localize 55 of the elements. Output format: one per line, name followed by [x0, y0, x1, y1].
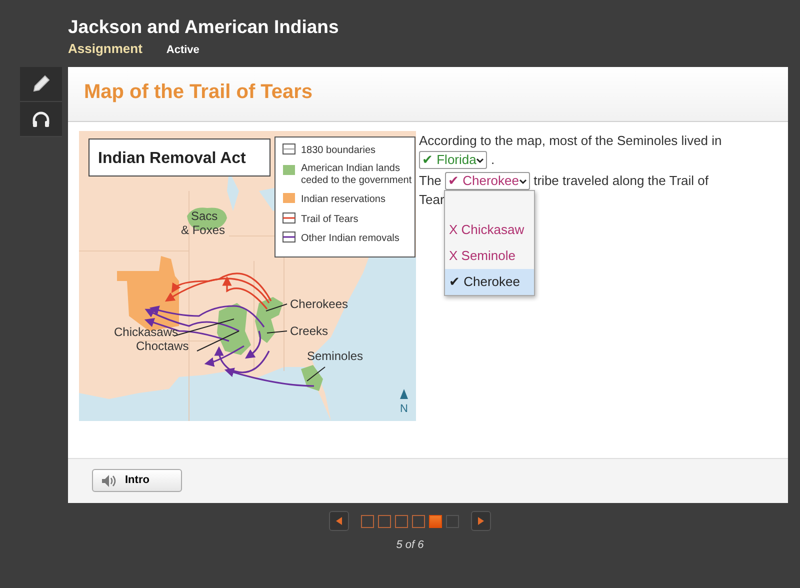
- map-label: Seminoles: [307, 349, 364, 363]
- page-indicator[interactable]: [412, 514, 425, 528]
- map-label: Chickasaws: [114, 325, 178, 339]
- intro-button[interactable]: Intro: [92, 469, 182, 492]
- map-label: Creeks: [290, 324, 328, 338]
- dropdown-option[interactable]: X Chickasaw: [445, 217, 534, 243]
- previous-button[interactable]: [329, 511, 349, 531]
- pencil-tool-button[interactable]: [20, 67, 62, 102]
- answer-dropdown[interactable]: ✔ Florida: [419, 151, 488, 169]
- chevron-icon: [519, 178, 527, 186]
- north-arrow-icon: [400, 389, 408, 399]
- map-label: N: [400, 403, 408, 415]
- map-label: Choctaws: [136, 339, 189, 353]
- dropdown-option[interactable]: X Seminole: [445, 243, 534, 269]
- legend-label: Indian reservations: [301, 194, 386, 205]
- speaker-icon: [101, 474, 117, 488]
- legend-label: Other Indian removals: [301, 233, 400, 244]
- next-button[interactable]: [471, 511, 491, 531]
- leader-line: [266, 304, 288, 312]
- headphones-icon: [31, 110, 51, 128]
- map-label: Sacs: [191, 209, 218, 223]
- ceded-land-swatch-icon: [283, 165, 295, 175]
- page-indicator[interactable]: [378, 514, 391, 528]
- course-title: Jackson and American Indians: [68, 15, 340, 39]
- status-label: Active: [166, 43, 200, 58]
- pencil-icon: [31, 74, 51, 94]
- legend-label: Trail of Tears: [301, 214, 358, 225]
- page-indicator[interactable]: [429, 514, 442, 528]
- page-indicator[interactable]: [395, 514, 408, 528]
- ceded-land-area: [301, 365, 323, 391]
- right-triangle-icon: [478, 517, 484, 525]
- map-label: & Foxes: [181, 223, 226, 237]
- legend-label: American Indian lands ceded to the government: [301, 163, 412, 186]
- map-label: Cherokees: [290, 297, 348, 311]
- removal-swatch-icon: [282, 232, 296, 242]
- audio-tool-button[interactable]: [20, 102, 62, 137]
- dropdown-option[interactable]: ✔ Cherokee: [445, 269, 534, 295]
- left-triangle-icon: [336, 517, 342, 525]
- activity-title: Map of the Trail of Tears: [84, 80, 314, 104]
- leader-line: [196, 330, 240, 352]
- page-counter: 5 of 6: [396, 538, 424, 553]
- legend-label: 1830 boundaries: [301, 145, 376, 156]
- answer-dropdown[interactable]: ✔ Cherokee: [445, 172, 530, 190]
- ceded-land-area: [217, 303, 251, 355]
- question-text: According to the map, most of the Seminoles lived in ✔ Florida .: [419, 132, 723, 169]
- map-title: Indian Removal Act: [88, 138, 270, 176]
- page-indicator[interactable]: [361, 514, 374, 528]
- reservation-swatch-icon: [283, 193, 295, 203]
- leader-line: [306, 366, 326, 382]
- ceded-land-area: [255, 297, 283, 343]
- boundary-swatch-icon: [282, 144, 296, 154]
- assignment-label: Assignment: [68, 40, 142, 58]
- leader-line: [266, 330, 288, 334]
- chevron-icon: [476, 156, 484, 165]
- trail-swatch-icon: [282, 212, 296, 224]
